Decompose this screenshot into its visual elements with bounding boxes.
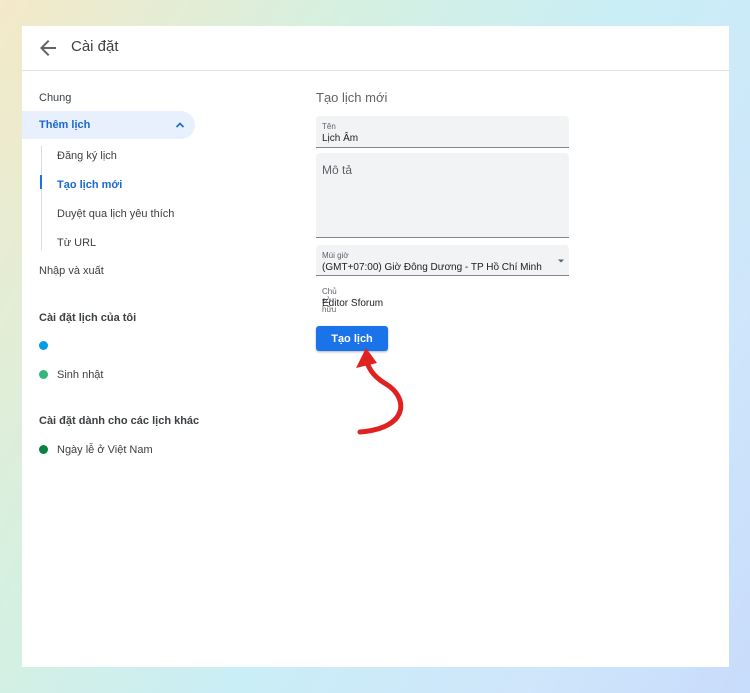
name-field-value: Lịch Âm <box>322 133 359 144</box>
timezone-label: Múi giờ <box>322 251 349 260</box>
name-field[interactable]: Tên Lịch Âm <box>316 116 569 148</box>
section-title: Tạo lịch mới <box>316 90 388 105</box>
sidebar-item-birthdays[interactable]: Sinh nhật <box>57 369 103 381</box>
sidebar-item-label: Thêm lịch <box>39 119 91 131</box>
sidebar-item-browse[interactable]: Duyệt qua lịch yêu thích <box>57 208 174 220</box>
active-marker <box>40 175 42 189</box>
description-field[interactable]: Mô tả <box>316 153 569 238</box>
owner-value: Editor Sforum <box>322 298 384 309</box>
chevron-up-icon <box>175 122 185 128</box>
sidebar-item-create-new[interactable]: Tạo lịch mới <box>57 179 122 191</box>
calendar-color-dot <box>39 445 48 454</box>
timezone-value: (GMT+07:00) Giờ Đông Dương - TP Hồ Chí M… <box>322 262 542 273</box>
calendar-color-dot <box>39 370 48 379</box>
calendar-color-dot <box>39 341 48 350</box>
sidebar-item-general[interactable]: Chung <box>39 92 71 104</box>
timezone-select[interactable]: Múi giờ (GMT+07:00) Giờ Đông Dương - TP … <box>316 245 569 276</box>
header: Cài đặt <box>22 26 729 71</box>
sidebar-item-add-calendar[interactable]: Thêm lịch <box>22 111 195 139</box>
name-field-label: Tên <box>322 122 336 131</box>
dropdown-arrow-icon <box>558 259 564 263</box>
sidebar-item-import-export[interactable]: Nhập và xuất <box>39 265 104 277</box>
sidebar-item-subscribe[interactable]: Đăng ký lịch <box>57 150 117 162</box>
page-title: Cài đặt <box>71 38 119 55</box>
description-placeholder: Mô tả <box>322 163 353 177</box>
annotation-arrow-icon <box>356 348 404 435</box>
sidebar-item-from-url[interactable]: Từ URL <box>57 237 96 249</box>
my-calendars-heading: Cài đặt lịch của tôi <box>39 312 137 324</box>
sidebar-item-vietnam-holidays[interactable]: Ngày lễ ở Việt Nam <box>57 444 153 456</box>
other-calendars-heading: Cài đặt dành cho các lịch khác <box>39 415 200 427</box>
back-arrow-icon[interactable] <box>36 36 60 60</box>
sub-menu-line <box>41 146 42 250</box>
